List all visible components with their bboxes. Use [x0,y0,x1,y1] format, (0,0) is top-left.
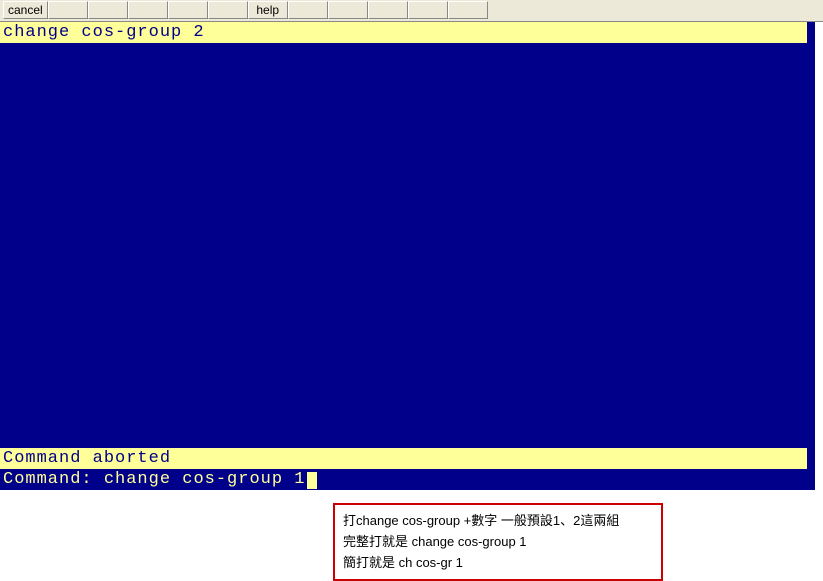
toolbar-button-empty[interactable]: . [208,1,248,19]
annotation-line: 完整打就是 change cos-group 1 [343,532,653,553]
help-button[interactable]: help [248,1,288,19]
toolbar-button-empty[interactable]: . [448,1,488,19]
toolbar-button-empty[interactable]: . [168,1,208,19]
status-line: Command aborted [0,448,807,469]
annotation-line: 打change cos-group +數字 一般預設1、2這兩組 [343,511,653,532]
toolbar-button-empty[interactable]: . [288,1,328,19]
annotation-line: 簡打就是 ch cos-gr 1 [343,553,653,574]
cancel-button[interactable]: cancel [3,1,48,19]
toolbar-button-empty[interactable]: . [88,1,128,19]
terminal-screen[interactable]: change cos-group 2 Command aborted Comma… [0,22,815,490]
command-input[interactable]: change cos-group 1 [104,470,306,489]
toolbar: cancel . . . . . help . . . . . [0,0,823,22]
screen-title-line: change cos-group 2 [0,22,807,43]
toolbar-button-empty[interactable]: . [48,1,88,19]
toolbar-button-empty[interactable]: . [408,1,448,19]
toolbar-button-empty[interactable]: . [368,1,408,19]
cursor-icon [307,472,317,489]
command-prompt: Command: [3,470,104,489]
annotation-box: 打change cos-group +數字 一般預設1、2這兩組 完整打就是 c… [333,503,663,581]
command-line[interactable]: Command: change cos-group 1 [0,469,807,490]
toolbar-button-empty[interactable]: . [128,1,168,19]
toolbar-button-empty[interactable]: . [328,1,368,19]
